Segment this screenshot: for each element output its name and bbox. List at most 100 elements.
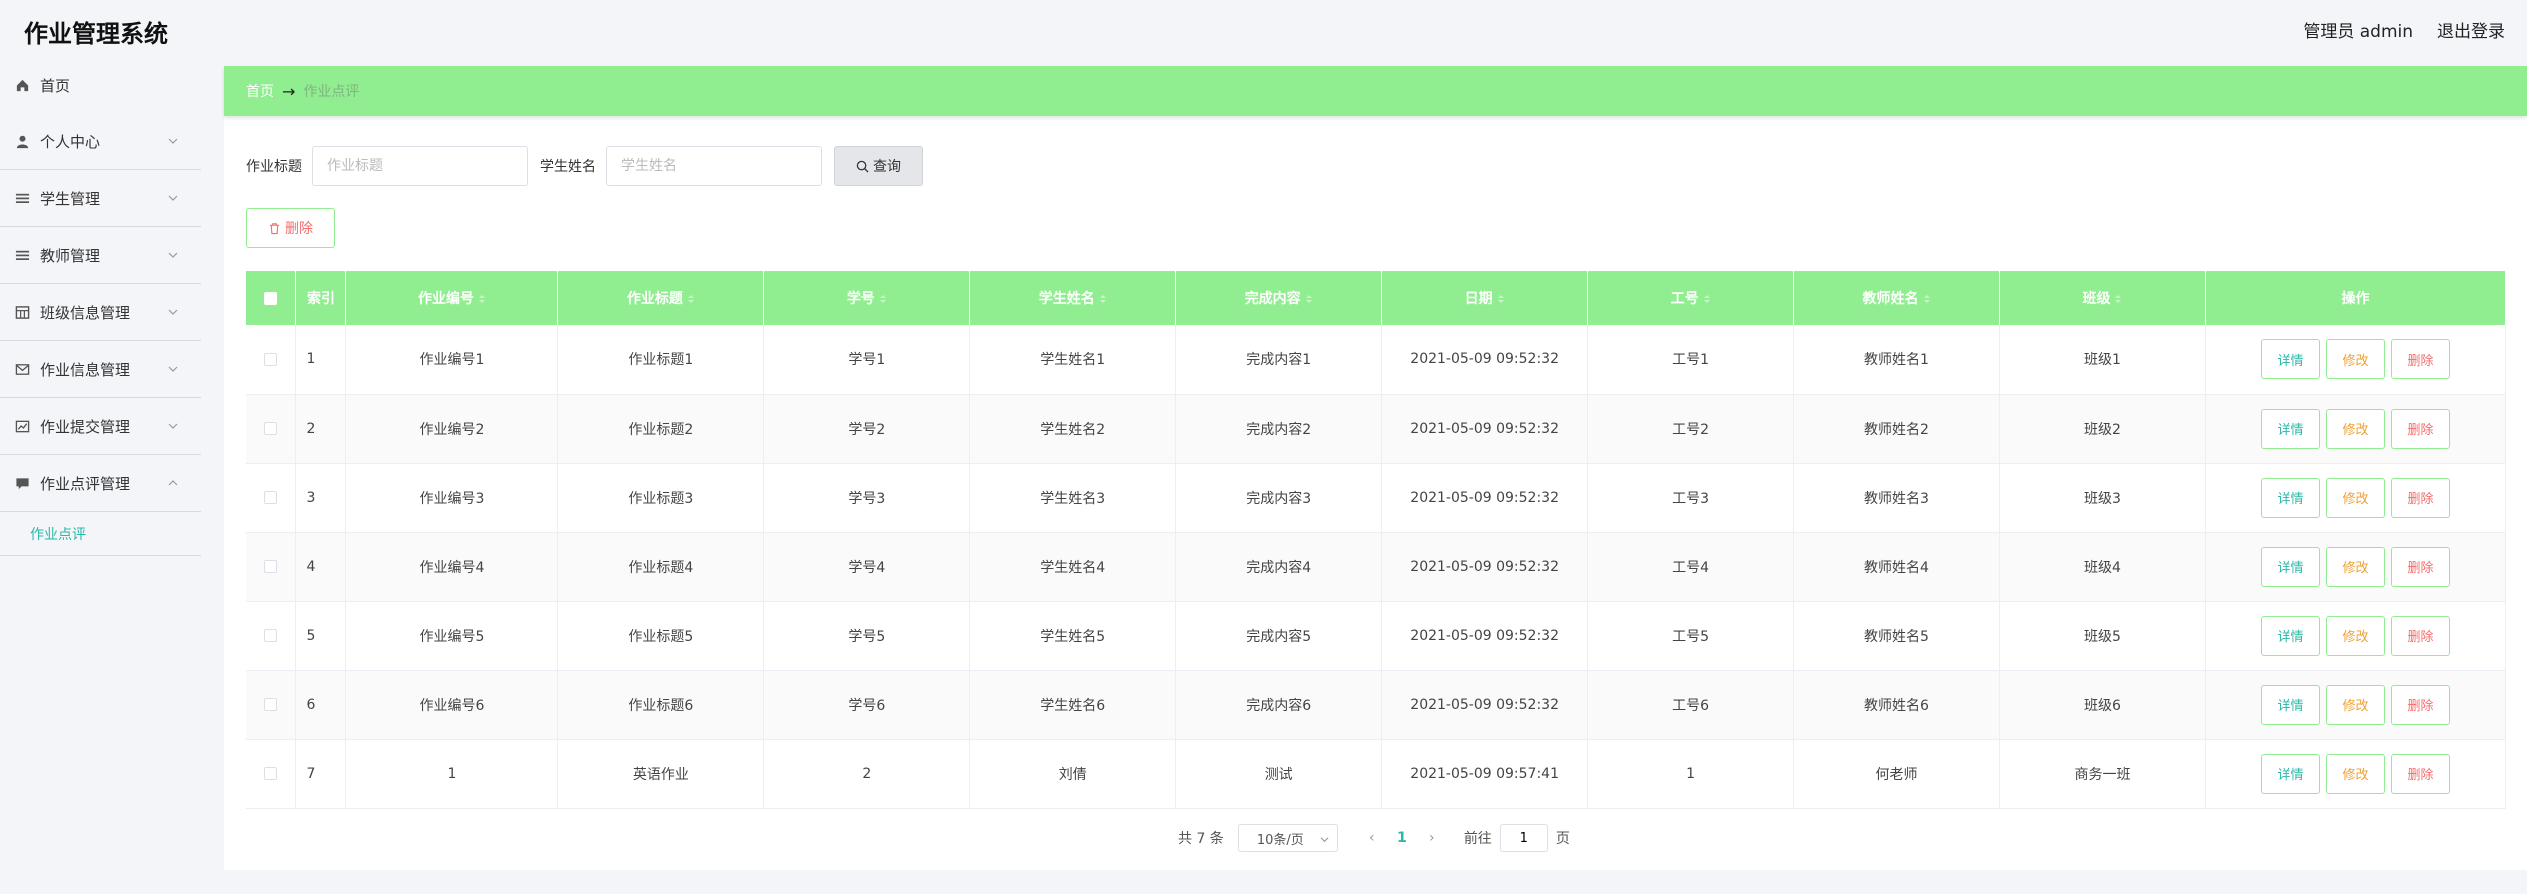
page-size-select[interactable]: 10条/页 — [1237, 824, 1338, 852]
edit-button[interactable]: 修改 — [2325, 546, 2385, 587]
delete-button[interactable]: 删除 — [2390, 408, 2450, 449]
delete-button[interactable]: 删除 — [2390, 753, 2450, 794]
table-cell: 完成内容6 — [1175, 670, 1383, 740]
table-cell: 教师姓名4 — [1793, 532, 2000, 602]
detail-button[interactable]: 详情 — [2260, 477, 2320, 518]
table-cell: 1 — [1587, 739, 1795, 809]
table-cell: 2 — [763, 739, 971, 809]
row-checkbox[interactable] — [246, 601, 297, 671]
sidebar-item-students[interactable]: 学生管理 — [0, 170, 201, 227]
table-cell: 教师姓名2 — [1793, 394, 2000, 464]
row-checkbox[interactable] — [246, 463, 297, 533]
table-cell: 学生姓名4 — [969, 532, 1177, 602]
main-panel: 首页 → 作业点评 作业标题 学生姓名 查询 删除 索引 作业编号 作业标题 学… — [224, 66, 2527, 870]
row-checkbox[interactable] — [246, 394, 297, 464]
breadcrumb-home[interactable]: 首页 — [246, 81, 274, 101]
table-cell: 学号4 — [763, 532, 971, 602]
detail-button[interactable]: 详情 — [2260, 753, 2320, 794]
delete-button[interactable]: 删除 — [2390, 477, 2450, 518]
next-page-button[interactable]: › — [1422, 830, 1442, 846]
table-cell: 3 — [295, 463, 347, 533]
row-checkbox[interactable] — [246, 325, 297, 395]
table-cell: 班级6 — [1999, 670, 2206, 740]
column-header[interactable]: 学生姓名 — [969, 271, 1177, 325]
table-cell: 英语作业 — [557, 739, 765, 809]
title-search-input[interactable] — [312, 146, 528, 186]
bulk-delete-button[interactable]: 删除 — [246, 208, 335, 248]
row-actions: 详情 修改 删除 — [2205, 532, 2507, 602]
table-cell: 2021-05-09 09:52:32 — [1381, 532, 1589, 602]
edit-button[interactable]: 修改 — [2325, 615, 2385, 656]
detail-button[interactable]: 详情 — [2260, 408, 2320, 449]
pagination: 共 7 条 10条/页 ‹ 1 › 前往 页 — [1178, 824, 1570, 852]
edit-button[interactable]: 修改 — [2325, 339, 2385, 380]
column-header[interactable]: 工号 — [1587, 271, 1795, 325]
table-cell: 工号4 — [1587, 532, 1795, 602]
column-header[interactable]: 班级 — [1999, 271, 2206, 325]
column-header[interactable]: 完成内容 — [1175, 271, 1383, 325]
sidebar-item-homework-submit[interactable]: 作业提交管理 — [0, 398, 201, 455]
arrow-right-icon: → — [282, 81, 296, 101]
delete-button[interactable]: 删除 — [2390, 546, 2450, 587]
breadcrumb: 首页 → 作业点评 — [224, 66, 2527, 116]
table-cell: 商务一班 — [1999, 739, 2206, 809]
chevron-down-icon — [168, 195, 178, 201]
delete-button[interactable]: 删除 — [2390, 684, 2450, 725]
sidebar-subitem-homework-review[interactable]: 作业点评 — [0, 512, 201, 556]
detail-button[interactable]: 详情 — [2260, 684, 2320, 725]
table-cell: 完成内容5 — [1175, 601, 1383, 671]
column-header[interactable]: 教师姓名 — [1793, 271, 2000, 325]
page-number[interactable]: 1 — [1382, 830, 1422, 846]
row-checkbox[interactable] — [246, 532, 297, 602]
name-search-input[interactable] — [606, 146, 822, 186]
app-title: 作业管理系统 — [24, 20, 168, 48]
column-header[interactable]: 作业编号 — [345, 271, 559, 325]
table-cell: 完成内容3 — [1175, 463, 1383, 533]
sidebar-item-homework-info[interactable]: 作业信息管理 — [0, 341, 201, 398]
prev-page-button[interactable]: ‹ — [1362, 830, 1382, 846]
table-row: 6 作业编号6 作业标题6 学号6 学生姓名6 完成内容6 2021-05-09 09:52… — [246, 670, 2507, 740]
delete-button[interactable]: 删除 — [2390, 339, 2450, 380]
edit-button[interactable]: 修改 — [2325, 477, 2385, 518]
sidebar-item-homework-review[interactable]: 作业点评管理 — [0, 455, 201, 512]
column-header[interactable]: 日期 — [1381, 271, 1589, 325]
select-all-checkbox[interactable] — [246, 271, 297, 325]
edit-button[interactable]: 修改 — [2325, 753, 2385, 794]
table-cell: 2021-05-09 09:52:32 — [1381, 394, 1589, 464]
logout-link[interactable]: 退出登录 — [2437, 17, 2505, 42]
detail-button[interactable]: 详情 — [2260, 546, 2320, 587]
sidebar-item-classes[interactable]: 班级信息管理 — [0, 284, 201, 341]
table-cell: 作业编号3 — [345, 463, 559, 533]
data-table: 索引 作业编号 作业标题 学号 学生姓名 完成内容 日期 工号 教师姓名 班级 … — [246, 271, 2507, 809]
table-cell: 2021-05-09 09:52:32 — [1381, 601, 1589, 671]
edit-button[interactable]: 修改 — [2325, 408, 2385, 449]
table-header-row: 索引 作业编号 作业标题 学号 学生姓名 完成内容 日期 工号 教师姓名 班级 … — [246, 271, 2507, 325]
table-cell: 作业标题1 — [557, 325, 765, 395]
chevron-up-icon — [168, 480, 178, 486]
row-actions: 详情 修改 删除 — [2205, 463, 2507, 533]
query-button[interactable]: 查询 — [834, 146, 923, 186]
table-cell: 学生姓名3 — [969, 463, 1177, 533]
row-actions: 详情 修改 删除 — [2205, 739, 2507, 809]
table-cell: 完成内容1 — [1175, 325, 1383, 395]
table-cell: 教师姓名6 — [1793, 670, 2000, 740]
sidebar-item-teachers[interactable]: 教师管理 — [0, 227, 201, 284]
sidebar-item-label: 班级信息管理 — [40, 303, 131, 322]
column-header[interactable]: 作业标题 — [557, 271, 765, 325]
row-checkbox[interactable] — [246, 739, 297, 809]
detail-button[interactable]: 详情 — [2260, 339, 2320, 380]
table-cell: 作业编号4 — [345, 532, 559, 602]
table-cell: 作业标题2 — [557, 394, 765, 464]
column-header[interactable]: 学号 — [763, 271, 971, 325]
sidebar-item-home[interactable]: 首页 — [0, 58, 201, 113]
page-size-value: 10条/页 — [1256, 832, 1304, 848]
sidebar-item-personal-center[interactable]: 个人中心 — [0, 113, 201, 170]
row-checkbox[interactable] — [246, 670, 297, 740]
delete-button[interactable]: 删除 — [2390, 615, 2450, 656]
edit-button[interactable]: 修改 — [2325, 684, 2385, 725]
table-cell: 4 — [295, 532, 347, 602]
name-label: 学生姓名 — [540, 159, 596, 175]
detail-button[interactable]: 详情 — [2260, 615, 2320, 656]
goto-page-input[interactable] — [1499, 824, 1548, 852]
table-cell: 班级3 — [1999, 463, 2206, 533]
